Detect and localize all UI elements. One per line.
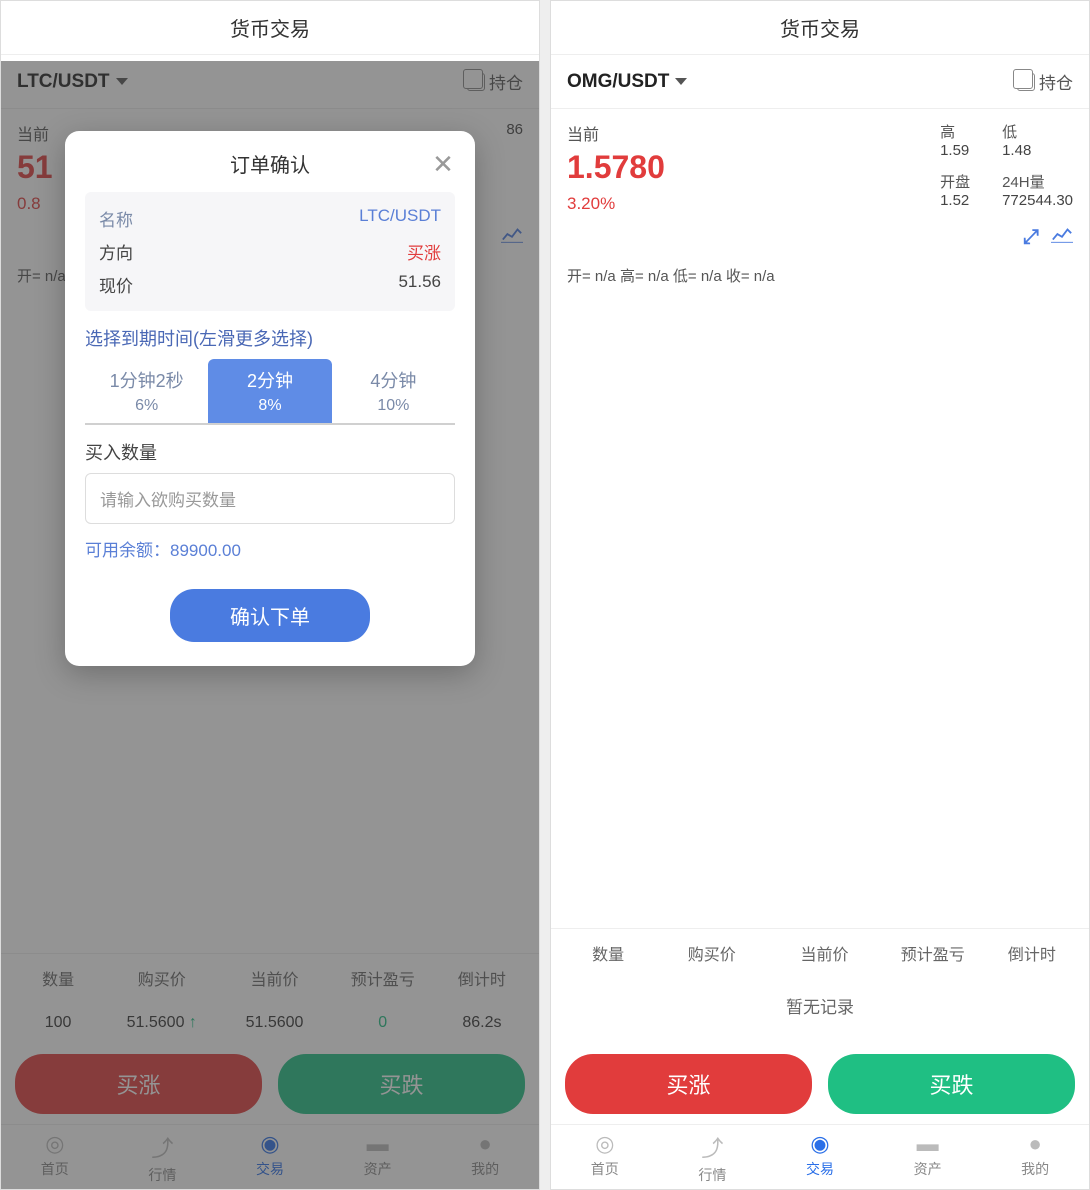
tab-trade[interactable]: ◉ 交易 — [766, 1125, 874, 1189]
close-icon[interactable]: ✕ — [431, 151, 455, 177]
high-val: 1.59 — [940, 142, 970, 159]
vol-label: 24H量 — [1002, 171, 1073, 192]
buy-up-button[interactable]: 买涨 — [565, 1054, 812, 1114]
chart-area — [551, 294, 1089, 928]
current-label: 当前 — [567, 121, 940, 145]
low-label: 低 — [1002, 121, 1073, 142]
info-value: LTC/USDT — [359, 206, 441, 231]
buy-down-button[interactable]: 买跌 — [828, 1054, 1075, 1114]
th-buy: 购买价 — [653, 941, 770, 965]
th-cd: 倒计时 — [987, 941, 1077, 965]
th-cur: 当前价 — [770, 941, 878, 965]
tab-market[interactable]: ⤴ 行情 — [659, 1125, 767, 1189]
positions-icon — [1017, 73, 1035, 91]
mine-icon: ● — [981, 1131, 1089, 1157]
ohlc-line: 开= n/a 高= n/a 低= n/a 收= n/a — [551, 257, 1089, 294]
pct-change: 3.20% — [567, 194, 940, 214]
expand-icon[interactable] — [1023, 226, 1039, 249]
no-record: 暂无记录 — [551, 977, 1089, 1034]
buy-row: 买涨 买跌 — [551, 1044, 1089, 1124]
info-label: 名称 — [99, 206, 133, 231]
chart-toolbar — [551, 226, 1089, 257]
market-icon: ⤴ — [659, 1131, 767, 1163]
info-label: 方向 — [99, 239, 133, 264]
expiry-option[interactable]: 4分钟10% — [332, 359, 455, 423]
home-icon: ◎ — [551, 1131, 659, 1157]
tab-label: 我的 — [1021, 1161, 1049, 1177]
high-label: 高 — [940, 121, 970, 142]
pair-label: OMG/USDT — [567, 71, 669, 93]
pair-row: OMG/USDT 持仓 — [551, 55, 1089, 109]
trade-icon: ◉ — [766, 1131, 874, 1157]
assets-icon: ▬ — [874, 1131, 982, 1157]
th-pnl: 预计盈亏 — [879, 941, 987, 965]
phone-left: 货币交易 LTC/USDT 持仓 当前 51 0.8 86 开= n/a 数量 … — [0, 0, 540, 1190]
select-expiry-label: 选择到期时间(左滑更多选择) — [85, 325, 455, 351]
quote-panel: 当前 1.5780 3.20% 高1.59 低1.48 开盘1.52 24H量7… — [551, 109, 1089, 226]
chart-icon[interactable] — [1051, 226, 1073, 249]
positions-label: 持仓 — [1039, 69, 1073, 94]
buy-qty-label: 买入数量 — [85, 439, 455, 465]
tabbar: ◎ 首页 ⤴ 行情 ◉ 交易 ▬ 资产 ● 我的 — [551, 1124, 1089, 1189]
page-title: 货币交易 — [551, 1, 1089, 55]
expiry-options: 1分钟2秒6%2分钟8%4分钟10% — [85, 359, 455, 425]
tab-assets[interactable]: ▬ 资产 — [874, 1125, 982, 1189]
chevron-down-icon — [675, 78, 687, 85]
info-label: 现价 — [99, 272, 133, 297]
th-qty: 数量 — [563, 941, 653, 965]
expiry-option[interactable]: 1分钟2秒6% — [85, 359, 208, 423]
pair-selector[interactable]: OMG/USDT — [567, 71, 687, 93]
confirm-order-button[interactable]: 确认下单 — [170, 589, 370, 642]
page-title: 货币交易 — [1, 1, 539, 55]
tab-home[interactable]: ◎ 首页 — [551, 1125, 659, 1189]
tab-label: 资产 — [914, 1161, 942, 1177]
quote-stats: 高1.59 低1.48 开盘1.52 24H量772544.30 — [940, 121, 1073, 214]
tab-label: 首页 — [591, 1161, 619, 1177]
available-balance: 可用余额：89900.00 — [85, 536, 455, 561]
phone-right: 货币交易 OMG/USDT 持仓 当前 1.5780 3.20% 高1.59 低… — [550, 0, 1090, 1190]
qty-input[interactable]: 请输入欲购买数量 — [85, 473, 455, 524]
low-val: 1.48 — [1002, 142, 1073, 159]
tab-mine[interactable]: ● 我的 — [981, 1125, 1089, 1189]
positions-button[interactable]: 持仓 — [1017, 69, 1073, 94]
modal-title: 订单确认 — [109, 149, 431, 178]
open-val: 1.52 — [940, 192, 970, 209]
table-header: 数量 购买价 当前价 预计盈亏 倒计时 — [551, 928, 1089, 977]
vol-val: 772544.30 — [1002, 192, 1073, 209]
current-price: 1.5780 — [567, 149, 940, 186]
order-confirm-modal: 订单确认 ✕ 名称 LTC/USDT 方向 买涨现价 51.56 选择到期时间(左滑更多… — [65, 131, 475, 666]
info-value: 51.56 — [398, 272, 441, 297]
expiry-option[interactable]: 2分钟8% — [208, 359, 331, 423]
tab-label: 行情 — [698, 1167, 726, 1183]
order-info-box: 名称 LTC/USDT 方向 买涨现价 51.56 — [85, 192, 455, 311]
open-label: 开盘 — [940, 171, 970, 192]
info-value: 买涨 — [407, 239, 441, 264]
tab-label: 交易 — [806, 1161, 834, 1177]
